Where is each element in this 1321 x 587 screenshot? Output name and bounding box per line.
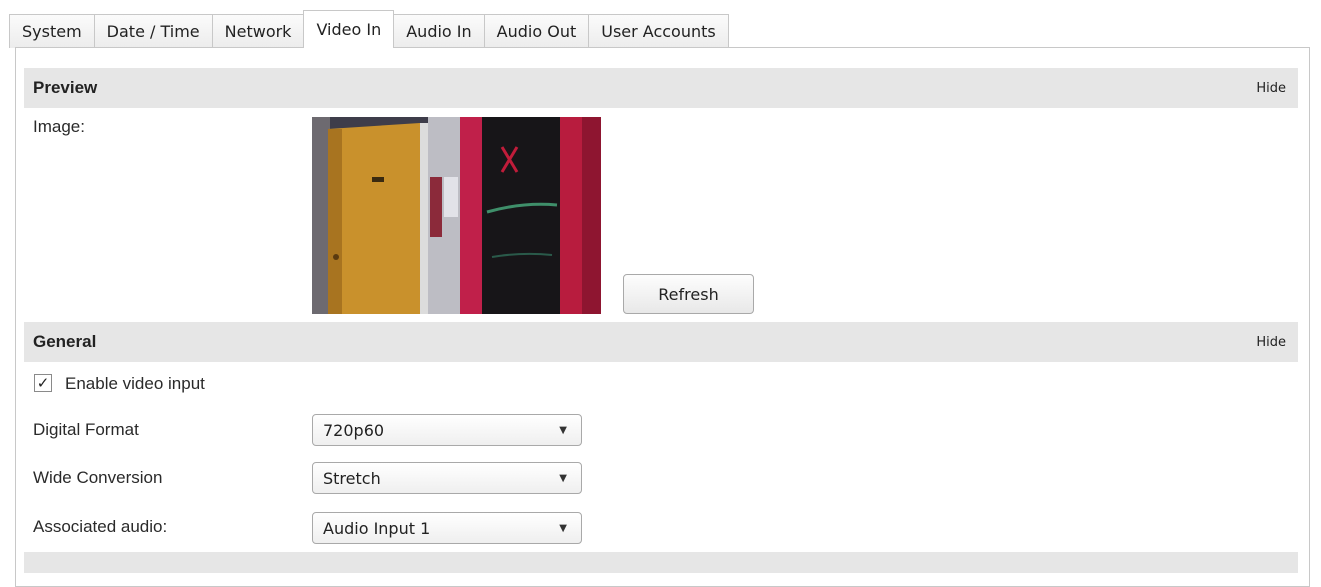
associated-audio-select[interactable]: Audio Input 1 ▼ bbox=[312, 512, 582, 544]
enable-video-input-checkbox[interactable]: ✓ bbox=[34, 374, 52, 392]
refresh-button[interactable]: Refresh bbox=[623, 274, 754, 314]
tab-system[interactable]: System bbox=[9, 14, 95, 48]
general-section-header: General Hide bbox=[24, 322, 1298, 362]
wide-conversion-value: Stretch bbox=[323, 468, 381, 488]
digital-format-value: 720p60 bbox=[323, 420, 385, 440]
dropdown-arrow-icon: ▼ bbox=[559, 424, 567, 436]
general-section-title: General bbox=[33, 332, 97, 351]
preview-section-header: Preview Hide bbox=[24, 68, 1298, 108]
wide-conversion-select[interactable]: Stretch ▼ bbox=[312, 462, 582, 494]
tab-bar: System Date / Time Network Video In Audi… bbox=[9, 10, 729, 48]
tab-audio-in[interactable]: Audio In bbox=[393, 14, 485, 48]
dropdown-arrow-icon: ▼ bbox=[559, 472, 567, 484]
preview-hide-link[interactable]: Hide bbox=[1256, 81, 1286, 96]
tab-date-time[interactable]: Date / Time bbox=[93, 14, 213, 48]
image-label: Image: bbox=[33, 117, 85, 136]
enable-video-input-label: Enable video input bbox=[65, 374, 205, 393]
associated-audio-label: Associated audio: bbox=[33, 517, 168, 536]
preview-section-title: Preview bbox=[33, 78, 98, 97]
video-preview-image bbox=[312, 117, 601, 314]
digital-format-label: Digital Format bbox=[33, 420, 139, 439]
wide-conversion-label: Wide Conversion bbox=[33, 468, 163, 487]
associated-audio-value: Audio Input 1 bbox=[323, 518, 431, 538]
dropdown-arrow-icon: ▼ bbox=[559, 522, 567, 534]
camera-snapshot bbox=[312, 117, 601, 314]
general-hide-link[interactable]: Hide bbox=[1256, 335, 1286, 350]
tab-video-in[interactable]: Video In bbox=[303, 10, 395, 48]
tab-audio-out[interactable]: Audio Out bbox=[483, 14, 590, 48]
digital-format-select[interactable]: 720p60 ▼ bbox=[312, 414, 582, 446]
tab-network[interactable]: Network bbox=[211, 14, 305, 48]
checkmark-icon: ✓ bbox=[36, 374, 50, 392]
settings-panel bbox=[15, 47, 1310, 587]
tab-user-accounts[interactable]: User Accounts bbox=[588, 14, 729, 48]
next-section-header bbox=[24, 552, 1298, 573]
